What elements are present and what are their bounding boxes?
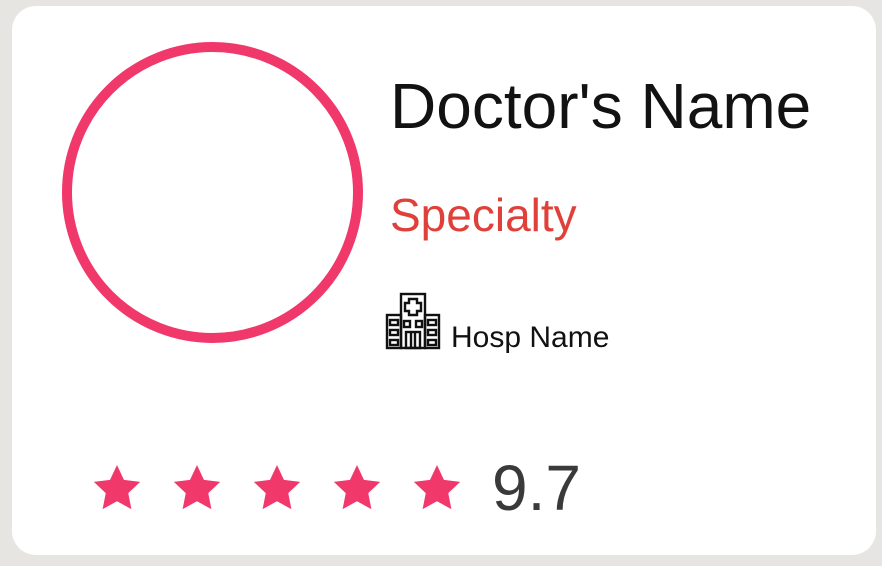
star-icon[interactable] <box>250 461 304 515</box>
rating-value: 9.7 <box>492 452 581 524</box>
hospital-row: Hosp Name <box>385 290 610 354</box>
doctor-card[interactable]: Doctor's Name Specialty Hosp Name 9.7 <box>12 6 876 555</box>
rating-row: 9.7 <box>90 450 581 526</box>
hospital-building-icon <box>385 292 441 350</box>
star-icon[interactable] <box>170 461 224 515</box>
avatar <box>62 42 363 343</box>
specialty-label: Specialty <box>390 189 577 241</box>
star-icon[interactable] <box>330 461 384 515</box>
doctor-name: Doctor's Name <box>390 70 812 142</box>
hospital-name: Hosp Name <box>451 321 610 354</box>
star-icon[interactable] <box>410 461 464 515</box>
star-icon[interactable] <box>90 461 144 515</box>
